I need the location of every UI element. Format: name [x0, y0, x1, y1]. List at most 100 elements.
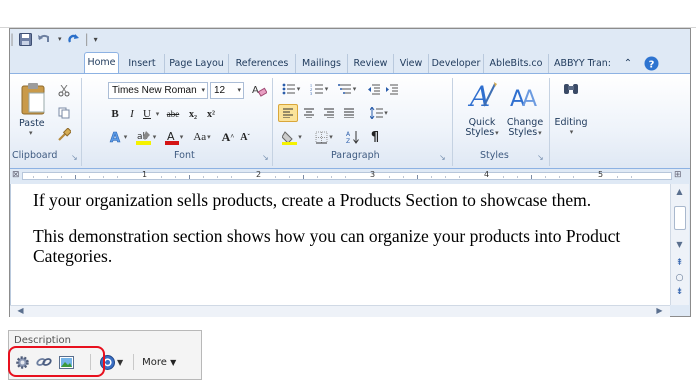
multilevel-list-button[interactable]: ▾ — [334, 80, 360, 98]
tab-references[interactable]: References — [228, 54, 295, 73]
quick-styles-icon: A — [467, 80, 497, 113]
toolbar-separator: | — [10, 32, 15, 46]
document-paragraph[interactable]: If your organization sells products, cre… — [33, 190, 663, 210]
select-browse-object-icon[interactable]: ○ — [671, 273, 688, 283]
sort-icon[interactable]: AZ — [344, 128, 362, 146]
increase-indent-icon[interactable] — [384, 80, 400, 98]
tab-stop-selector-icon[interactable]: ⊠ — [12, 170, 20, 180]
ruler-bar: 1 2 3 4 5 — [22, 170, 672, 180]
document-body[interactable]: If your organization sells products, cre… — [10, 184, 670, 305]
svg-text:A: A — [346, 131, 351, 138]
change-case-button[interactable]: Aa ▾ — [189, 128, 215, 146]
borders-button[interactable]: ▾ — [310, 128, 338, 146]
minimize-ribbon-chevron-icon[interactable]: ⌃ — [621, 54, 635, 73]
align-right-button[interactable] — [320, 104, 338, 122]
tab-ablebits[interactable]: AbleBits.co — [483, 54, 548, 73]
subscript-button[interactable]: x₂ — [185, 105, 201, 123]
styles-group-label: Styles — [480, 150, 509, 161]
grow-font-label: A — [221, 129, 231, 144]
styles-dialog-launcher-icon[interactable]: ↘ — [537, 153, 544, 162]
undo-dropdown-chevron-icon[interactable]: ▾ — [58, 35, 62, 43]
strikethrough-button[interactable]: abe — [163, 105, 183, 123]
editing-dropdown-chevron-icon[interactable]: ▾ — [553, 128, 590, 136]
paste-button[interactable]: Paste ▾ — [16, 82, 52, 137]
italic-button[interactable]: I — [126, 105, 138, 123]
numbering-button[interactable]: 1 2 3 ▾ — [306, 80, 332, 98]
document-paragraph[interactable]: This demonstration section shows how you… — [33, 226, 663, 266]
undo-icon[interactable] — [37, 33, 53, 45]
redo-icon[interactable] — [67, 33, 80, 46]
svg-text:?: ? — [648, 59, 654, 70]
quick-styles-label-2: Styles▾ — [465, 127, 499, 138]
help-icon[interactable]: ? — [641, 54, 661, 73]
tab-view[interactable]: View — [393, 54, 428, 73]
toolbar-separator — [133, 354, 135, 370]
scroll-right-arrow-icon[interactable]: ▶ — [651, 306, 668, 315]
next-page-icon[interactable]: ⇟ — [671, 287, 688, 297]
tab-mailings[interactable]: Mailings — [295, 54, 347, 73]
view-ruler-icon[interactable]: ⊞ — [674, 170, 682, 180]
tab-home[interactable]: Home — [84, 52, 119, 74]
group-separator — [549, 78, 550, 166]
decrease-indent-icon[interactable] — [366, 80, 382, 98]
clipboard-dialog-launcher-icon[interactable]: ↘ — [71, 153, 78, 162]
more-label: More — [142, 356, 167, 368]
tab-abbyy-transformer[interactable]: ABBYY Tran: — [548, 54, 616, 73]
tab-developer[interactable]: Developer — [428, 54, 483, 73]
line-spacing-button[interactable]: ▾ — [366, 104, 392, 122]
more-button[interactable]: More ▼ — [142, 357, 176, 368]
group-separator — [81, 78, 82, 166]
paragraph-dialog-launcher-icon[interactable]: ↘ — [439, 153, 446, 162]
font-size-chevron-icon[interactable]: ▾ — [237, 83, 241, 98]
underline-dropdown-chevron-icon[interactable]: ▾ — [153, 105, 161, 123]
scroll-up-arrow-icon[interactable]: ▲ — [671, 187, 688, 196]
horizontal-scrollbar[interactable]: ◀ ▶ — [10, 305, 670, 317]
bold-button[interactable]: B — [108, 105, 122, 123]
grow-font-button[interactable]: A ^ — [221, 128, 235, 146]
quick-styles-button[interactable]: A Quick Styles▾ — [461, 78, 503, 138]
font-name-chevron-icon[interactable]: ▾ — [201, 83, 205, 98]
scroll-thumb[interactable] — [674, 206, 686, 230]
font-dialog-launcher-icon[interactable]: ↘ — [262, 153, 269, 162]
group-separator — [452, 78, 453, 166]
ruler-number: 5 — [598, 170, 604, 179]
shrink-font-label: A — [240, 131, 248, 143]
svg-text:A: A — [110, 131, 120, 144]
text-effects-button[interactable]: A ▾ — [106, 128, 130, 146]
scroll-down-arrow-icon[interactable]: ▼ — [671, 240, 688, 249]
change-case-label: Aa — [193, 131, 207, 143]
bullets-button[interactable]: ▾ — [278, 80, 304, 98]
paste-dropdown-chevron-icon[interactable]: ▾ — [29, 129, 33, 137]
superscript-button[interactable]: x² — [203, 105, 219, 123]
tab-review[interactable]: Review — [347, 54, 393, 73]
format-painter-icon[interactable] — [56, 125, 72, 143]
change-styles-button[interactable]: AA Change Styles▾ — [504, 78, 546, 138]
refresh-dropdown-chevron-icon[interactable]: ▼ — [117, 358, 123, 367]
editing-button[interactable]: Editing ▾ — [552, 80, 590, 136]
show-formatting-marks-button[interactable]: ¶ — [366, 128, 384, 146]
scroll-left-arrow-icon[interactable]: ◀ — [12, 306, 29, 315]
underline-button[interactable]: U — [141, 105, 153, 123]
vertical-scrollbar[interactable]: ▲ ▼ ⇞ ○ ⇟ — [670, 184, 689, 305]
quick-access-toolbar: | ▾ | ▾ — [10, 30, 98, 48]
cut-icon[interactable] — [56, 82, 72, 100]
ribbon-home: Paste ▾ Clipboard ↘ Times New Roman ▾ 12… — [10, 73, 690, 169]
font-name-value: Times New Roman — [112, 85, 197, 96]
clear-formatting-icon[interactable]: A — [248, 81, 270, 99]
save-icon[interactable] — [19, 32, 33, 46]
shrink-font-button[interactable]: Aˇ — [238, 128, 252, 146]
font-size-combo[interactable]: 12 ▾ — [210, 82, 244, 99]
font-name-combo[interactable]: Times New Roman ▾ — [108, 82, 208, 99]
customize-toolbar-chevron-icon[interactable]: ▾ — [94, 35, 98, 44]
binoculars-icon — [564, 84, 578, 94]
tab-page-layout[interactable]: Page Layou — [164, 54, 228, 73]
shading-button[interactable]: ▾ — [278, 128, 306, 146]
align-left-button[interactable] — [278, 104, 298, 122]
highlight-color-button[interactable]: ab ▾ — [133, 128, 159, 146]
copy-icon[interactable] — [56, 104, 72, 122]
align-center-button[interactable] — [300, 104, 318, 122]
previous-page-icon[interactable]: ⇞ — [671, 258, 688, 268]
justify-button[interactable] — [340, 104, 358, 122]
font-color-button[interactable]: A ▾ — [162, 128, 186, 146]
tab-insert[interactable]: Insert — [120, 54, 164, 73]
